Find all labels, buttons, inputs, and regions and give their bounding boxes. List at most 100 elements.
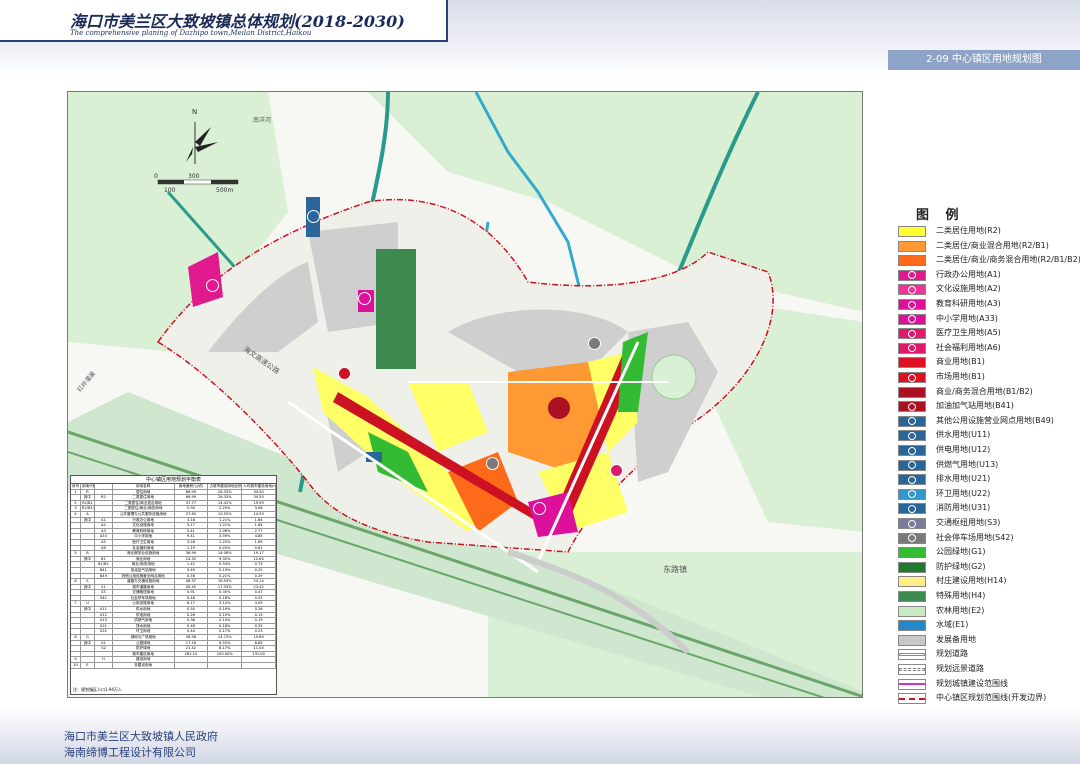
table-cell: 8.17	[175, 601, 209, 607]
utility-outlet-icon	[898, 415, 926, 427]
special-use-block	[376, 249, 416, 369]
legend-item: 二类居住/商业混合用地(R2/B1)	[898, 240, 1080, 253]
parking-icon	[898, 532, 926, 544]
legend-swatch	[898, 357, 926, 369]
table-header: 用地代码	[81, 484, 95, 489]
legend-label: 医疗卫生用地(A5)	[936, 328, 1001, 338]
table-cell	[95, 579, 113, 584]
table-cell: 1.42	[175, 562, 209, 567]
table-cell: 3.28	[175, 539, 209, 545]
table-cell	[71, 528, 81, 534]
legend-item: 医疗卫生用地(A5)	[898, 328, 1080, 340]
legend-label: 中心镇区规划范围线(开发边界)	[936, 693, 1047, 703]
legend-item: 交通枢纽用地(S3)	[898, 518, 1080, 530]
table-cell: 公用设施用地	[113, 601, 175, 607]
table-cell	[81, 629, 95, 635]
sanitation-icon	[898, 488, 926, 500]
legend-label: 消防用地(U31)	[936, 503, 991, 513]
title-box: 海口市美兰区大致坡镇总体规划(2018-2030) The comprehens…	[0, 0, 448, 42]
table-cell: 城市道路用地	[113, 584, 175, 590]
transit-hub-icon	[486, 457, 499, 470]
legend-item: 教育科研用地(A3)	[898, 299, 1080, 311]
legend-item: 消防用地(U31)	[898, 503, 1080, 515]
table-cell	[71, 612, 81, 618]
legend-label: 商业/商务混合用地(B1/B2)	[936, 386, 1033, 396]
table-cell: 3.59%	[208, 534, 243, 539]
table-cell	[81, 595, 95, 601]
table-cell	[71, 573, 81, 579]
table-cell	[81, 623, 95, 629]
table-cell: A33	[95, 534, 113, 539]
table-cell: 0.36	[175, 618, 209, 623]
table-cell: 城市建设用地	[113, 651, 175, 657]
table-cell: 24.52	[175, 556, 209, 562]
table-cell: 0.56	[175, 573, 209, 579]
legend-label: 二类居住/商业/商务混合用地(R2/B1/B2)	[936, 255, 1080, 265]
table-cell	[208, 663, 243, 668]
market-icon	[898, 372, 926, 383]
table-cell: 19.89	[242, 635, 276, 640]
medical-icon	[898, 328, 926, 340]
table-cell: 其中	[81, 517, 95, 523]
table-cell: 10.55%	[208, 511, 243, 517]
future-road-icon	[898, 664, 926, 675]
table-cell: 社会福利用地	[113, 545, 175, 551]
table-cell	[81, 573, 95, 579]
table-cell	[81, 651, 95, 657]
legend-item: 中小学用地(A33)	[898, 313, 1080, 326]
table-header: 用地名称	[113, 484, 175, 489]
legend-item: 社会福利用地(A6)	[898, 342, 1080, 355]
table-cell	[242, 663, 276, 668]
table-cell: 9.41	[175, 534, 209, 539]
table-cell: 16.93%	[208, 579, 243, 584]
table-cell: 绿地与广场用地	[113, 635, 175, 640]
table-cell	[95, 500, 113, 506]
table-cell: 0.21%	[208, 573, 243, 579]
table-header: 人均城市建设用地(m²/人)	[243, 484, 276, 489]
table-cell: 3.12%	[208, 601, 243, 607]
table-cell: 34.50	[242, 489, 276, 495]
legend-label: 农林用地(E2)	[936, 605, 985, 615]
table-cell: 24.14	[242, 579, 276, 584]
table-cell: 7	[71, 601, 81, 607]
table-cell: U22	[95, 629, 113, 635]
table-cell: 中小学用地	[113, 534, 175, 539]
scale-tick-100: 100	[164, 187, 176, 194]
label-dong-road: 东路镇	[663, 564, 687, 574]
table-cell: 5	[71, 551, 81, 556]
table-cell: 1.19	[175, 545, 209, 551]
legend-item: 行政办公用地(A1)	[898, 269, 1080, 282]
table-cell: 131.00	[242, 651, 276, 657]
table-cell: B49	[95, 573, 113, 579]
table-cell	[175, 657, 209, 662]
table-cell	[81, 657, 95, 662]
table-cell: 行政办公用地	[113, 517, 175, 523]
legend-item: 公园绿地(G1)	[898, 547, 1080, 559]
table-cell: 6	[71, 579, 81, 584]
table-cell	[81, 612, 95, 618]
table-cell: 0.48	[175, 595, 209, 601]
legend-item: 商业/商务混合用地(B1/B2)	[898, 386, 1080, 399]
table-cell: 10	[71, 663, 81, 668]
table-cell: 0.19%	[208, 567, 243, 573]
table-cell	[71, 545, 81, 551]
table-cell: 26.33%	[208, 489, 243, 495]
legend-swatch	[898, 634, 926, 646]
table-cell: 其中	[81, 495, 95, 500]
education-icon	[533, 502, 546, 515]
table-cell: 14.93	[242, 511, 276, 517]
table-cell	[242, 657, 276, 662]
footer-org: 海口市美兰区大致坡镇人民政府	[64, 730, 218, 743]
legend-swatch	[898, 240, 926, 252]
legend-item: 商业用地(B1)	[898, 357, 1080, 369]
gas-station-icon	[898, 401, 926, 413]
table-cell: 1.69	[242, 539, 276, 545]
legend-item: 农林用地(E2)	[898, 605, 1080, 618]
legend-label: 规划远景道路	[936, 664, 984, 673]
table-cell	[71, 556, 81, 562]
legend-label: 中小学用地(A33)	[936, 313, 998, 323]
table-cell: 公共管理与公共服务设施用地	[113, 511, 175, 517]
table-cell: 0.18%	[208, 595, 243, 601]
table-cell: H	[95, 657, 113, 662]
table-cell: 0.48	[175, 623, 209, 629]
